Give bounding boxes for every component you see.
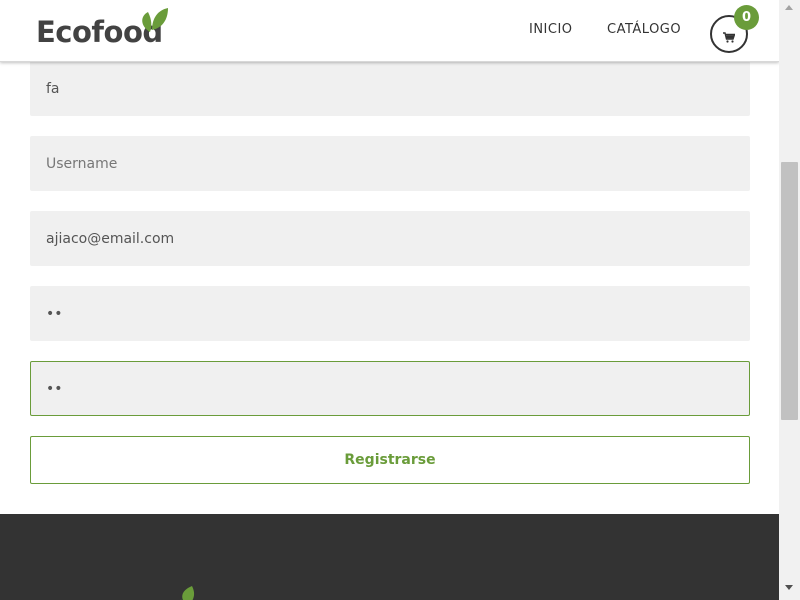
footer xyxy=(0,514,779,600)
scroll-down-icon[interactable] xyxy=(785,585,793,590)
password-field[interactable] xyxy=(30,286,750,341)
last-name-field[interactable] xyxy=(30,61,750,116)
page: Registrarse Ecofood INICIO C xyxy=(0,0,779,600)
nav-catalogo[interactable]: CATÁLOGO xyxy=(607,22,681,37)
cart-icon xyxy=(723,28,736,47)
scroll-thumb[interactable] xyxy=(781,162,798,420)
brand-logo[interactable]: Ecofood xyxy=(36,6,186,51)
cart-count-badge: 0 xyxy=(734,5,759,30)
scroll-up-icon[interactable] xyxy=(785,5,793,10)
leaf-icon xyxy=(136,6,170,38)
register-button[interactable]: Registrarse xyxy=(30,436,750,484)
username-field[interactable] xyxy=(30,136,750,191)
confirm-password-field[interactable] xyxy=(30,361,750,416)
email-field[interactable] xyxy=(30,211,750,266)
vertical-scrollbar[interactable] xyxy=(779,0,800,600)
nav-inicio[interactable]: INICIO xyxy=(529,22,573,37)
viewport: Registrarse Ecofood INICIO C xyxy=(0,0,800,600)
header: Ecofood INICIO CATÁLOGO 0 xyxy=(0,0,779,62)
leaf-icon xyxy=(168,584,212,600)
